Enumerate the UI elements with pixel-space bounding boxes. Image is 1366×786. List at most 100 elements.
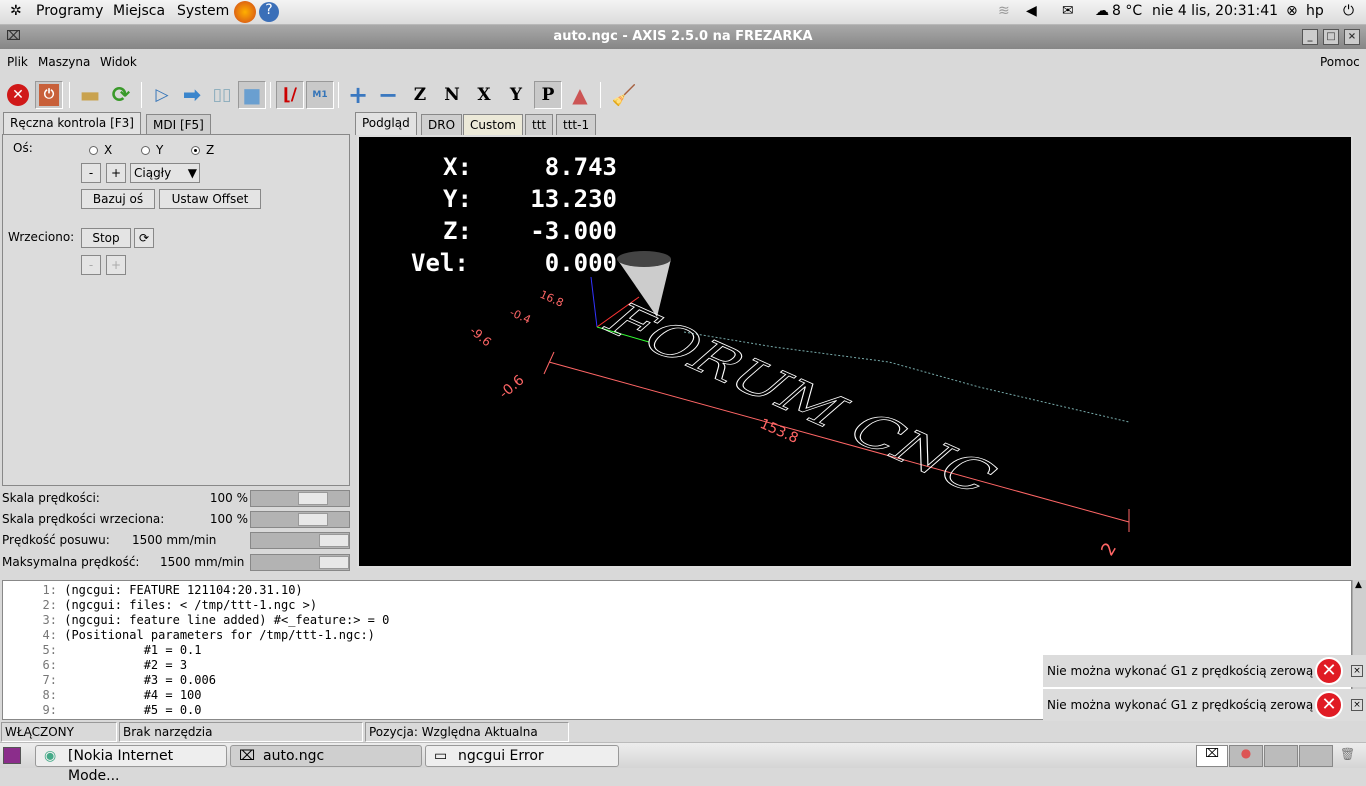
stop-button[interactable]: ■	[238, 81, 266, 109]
radio-axis-y[interactable]: Y	[141, 143, 163, 157]
radio-axis-z[interactable]: Z	[191, 143, 214, 157]
estop-button[interactable]: ✕	[4, 81, 32, 109]
show-desktop-icon[interactable]	[3, 747, 21, 764]
block-delete-button[interactable]: ⌊/	[276, 81, 304, 109]
workspace-3[interactable]	[1264, 745, 1298, 767]
mail-icon[interactable]: ✉	[1062, 3, 1074, 19]
machine-power-button[interactable]: ⏻	[35, 81, 63, 109]
feed-override-slider[interactable]	[250, 490, 350, 507]
task-nokia[interactable]: ◉ [Nokia Internet Mode...	[35, 745, 227, 784]
menu-miejsca[interactable]: Miejsca	[113, 3, 165, 19]
jog-speed-slider[interactable]	[250, 532, 350, 549]
view-p-button[interactable]: P	[534, 81, 562, 109]
menu-programy[interactable]: Programy	[36, 3, 103, 19]
clear-plot-button[interactable]: 🧹	[610, 81, 638, 109]
app-icon[interactable]: ⌧	[6, 25, 21, 49]
slider-thumb[interactable]	[319, 534, 350, 547]
menu-plik[interactable]: Plik	[7, 50, 28, 74]
max-velocity-slider[interactable]	[250, 554, 350, 571]
manual-control-panel: Oś: X Y Z - + Ciągły ▼ Bazuj oś Ustaw Off…	[2, 134, 350, 486]
spindle-faster-button[interactable]: +	[106, 255, 126, 275]
machine-state: WŁĄCZONY	[1, 722, 117, 742]
spindle-slower-button[interactable]: -	[81, 255, 101, 275]
close-window-button[interactable]: ×	[1344, 29, 1360, 45]
tab-mdi[interactable]: MDI [F5]	[146, 114, 211, 135]
workspace-1[interactable]: ⌧	[1196, 745, 1228, 767]
menu-widok[interactable]: Widok	[100, 50, 137, 74]
power-icon[interactable]: ⏻	[1343, 3, 1354, 19]
view-z2-button[interactable]: N	[438, 81, 466, 109]
tab-dro[interactable]: DRO	[421, 114, 463, 135]
slider-thumb[interactable]	[298, 513, 329, 526]
optional-stop-button[interactable]: M1	[306, 81, 334, 109]
slider-thumb[interactable]	[298, 492, 329, 505]
close-notification-button[interactable]: ×	[1351, 699, 1363, 711]
power-icon: ⏻	[39, 84, 59, 106]
menu-maszyna[interactable]: Maszyna	[38, 50, 90, 74]
run-button[interactable]: ▷	[148, 81, 176, 109]
spindle-override-row: Skala prędkości wrzeciona: 100 %	[2, 509, 350, 529]
plus-icon: +	[347, 81, 369, 109]
workspace-2[interactable]: ●	[1229, 745, 1263, 767]
clock[interactable]: nie 4 lis, 20:31:41	[1152, 3, 1278, 19]
spindle-label: Wrzeciono:	[8, 230, 75, 244]
jog-plus-button[interactable]: +	[106, 163, 126, 183]
view-y-button[interactable]: Y	[502, 81, 530, 109]
home-axis-button[interactable]: Bazuj oś	[81, 189, 155, 209]
close-notification-button[interactable]: ×	[1351, 665, 1363, 677]
ubuntu-logo-icon[interactable]: ✲	[10, 3, 22, 19]
step-button[interactable]: ➡	[178, 81, 206, 109]
reload-button[interactable]: ⟳	[107, 81, 135, 109]
tab-preview[interactable]: Podgląd	[355, 112, 417, 135]
zoom-in-button[interactable]: +	[344, 81, 372, 109]
tab-ttt[interactable]: ttt	[525, 114, 554, 135]
code-line[interactable]: 3: (ngcgui: feature line added) #<_featu…	[3, 613, 1351, 628]
help-icon[interactable]: ?	[259, 2, 279, 22]
code-line[interactable]: 1: (ngcgui: FEATURE 121104:20.31.10)	[3, 583, 1351, 598]
jog-minus-button[interactable]: -	[81, 163, 101, 183]
status-bar: WŁĄCZONY Brak narzędzia Pozycja: Względn…	[0, 721, 1366, 742]
workspace-4[interactable]	[1299, 745, 1333, 767]
user-status-icon[interactable]: ⊗	[1286, 3, 1298, 19]
line-text: #2 = 3	[64, 658, 188, 672]
menu-pomoc[interactable]: Pomoc	[1320, 50, 1360, 74]
rotate-view-button[interactable]: ▲	[566, 81, 594, 109]
wifi-icon[interactable]: ≋	[998, 3, 1010, 19]
chevron-down-icon: ▼	[187, 166, 197, 180]
radio-axis-x[interactable]: X	[89, 143, 112, 157]
volume-icon[interactable]: ◀	[1026, 3, 1037, 19]
code-line[interactable]: 4: (Positional parameters for /tmp/ttt-1…	[3, 628, 1351, 643]
firefox-icon[interactable]	[234, 1, 256, 23]
spindle-ccw-button[interactable]: ⟳	[134, 228, 154, 248]
line-number: 4:	[42, 628, 57, 642]
preview-canvas[interactable]: X: Y: Z: Vel: 8.743 13.230 -3.000 0.000 …	[357, 135, 1353, 568]
line-number: 6:	[42, 658, 57, 672]
tab-ttt-1[interactable]: ttt-1	[556, 114, 597, 135]
touch-off-button[interactable]: Ustaw Offset	[159, 189, 261, 209]
pause-button[interactable]: ▯▯	[208, 81, 236, 109]
trash-icon[interactable]: 🗑	[1340, 747, 1355, 761]
tab-custom[interactable]: Custom	[463, 114, 523, 135]
task-ngcgui-error[interactable]: ▭ ngcgui Error	[425, 745, 619, 767]
user-name[interactable]: hp	[1306, 3, 1324, 19]
menu-system[interactable]: System	[177, 3, 229, 19]
spindle-stop-button[interactable]: Stop	[81, 228, 131, 248]
view-z-button[interactable]: Z	[406, 81, 434, 109]
scroll-up-icon[interactable]: ▲	[1355, 580, 1362, 590]
weather-temp[interactable]: 8 °C	[1112, 3, 1142, 19]
tab-manual-control[interactable]: Ręczna kontrola [F3]	[3, 112, 141, 135]
task-auto-ngc[interactable]: ⌧ auto.ngc	[230, 745, 422, 767]
view-x-button[interactable]: X	[470, 81, 498, 109]
maximize-button[interactable]: □	[1323, 29, 1339, 45]
code-line[interactable]: 2: (ngcgui: files: < /tmp/ttt-1.ngc >)	[3, 598, 1351, 613]
zoom-out-button[interactable]: −	[374, 81, 402, 109]
line-text: (ngcgui: FEATURE 121104:20.31.10)	[64, 583, 303, 597]
line-number: 7:	[42, 673, 57, 687]
browser-icon: ◉	[44, 748, 57, 764]
minimize-button[interactable]: _	[1302, 29, 1318, 45]
jog-mode-select[interactable]: Ciągły ▼	[130, 163, 200, 183]
open-file-button[interactable]: ▬	[76, 81, 104, 109]
z-axis-line	[590, 276, 598, 328]
slider-thumb[interactable]	[319, 556, 350, 569]
spindle-override-slider[interactable]	[250, 511, 350, 528]
